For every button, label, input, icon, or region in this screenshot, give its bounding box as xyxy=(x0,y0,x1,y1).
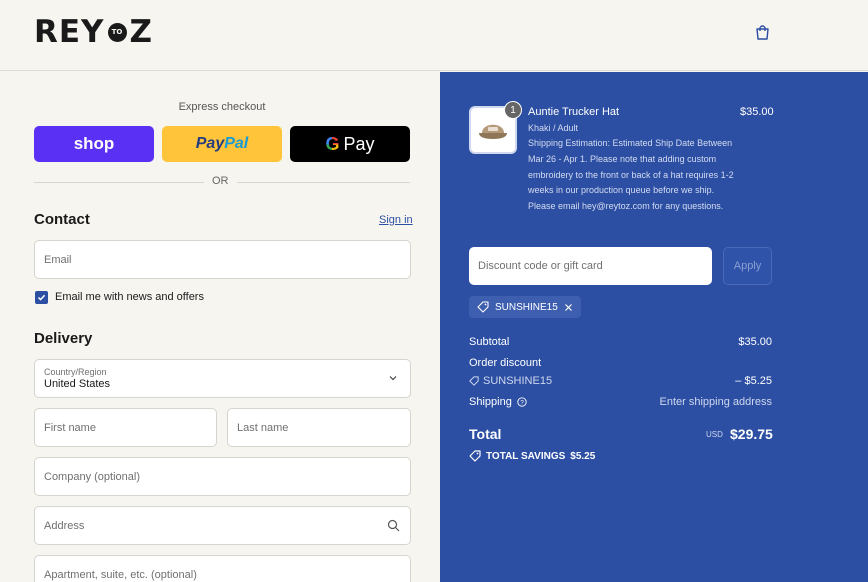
total-label: Total xyxy=(469,426,502,442)
express-checkout-label: Express checkout xyxy=(178,101,266,113)
search-icon xyxy=(387,519,400,532)
remove-code-icon[interactable] xyxy=(564,303,573,312)
logo-text-left: REY xyxy=(34,14,105,50)
discount-placeholder: Discount code or gift card xyxy=(478,260,603,272)
apartment-placeholder: Apartment, suite, etc. (optional) xyxy=(44,568,197,581)
discount-code-input[interactable]: Discount code or gift card xyxy=(469,247,712,285)
shipping-note: Shipping Estimation: Estimated Ship Date… xyxy=(528,138,734,212)
order-discount-label: Order discount xyxy=(469,357,542,369)
tag-icon xyxy=(469,450,481,462)
subtotal-value: $35.00 xyxy=(738,336,772,348)
google-pay-label: Pay xyxy=(343,133,375,154)
savings-label: TOTAL SAVINGS xyxy=(486,450,566,462)
paypal-label-a: Pay xyxy=(195,135,225,152)
checkmark-icon xyxy=(37,294,46,301)
newsletter-label: Email me with news and offers xyxy=(55,291,204,303)
total-value: $29.75 xyxy=(730,426,773,442)
tag-icon xyxy=(469,376,479,386)
shopping-bag-icon[interactable] xyxy=(754,24,771,41)
shop-pay-label: shop xyxy=(73,134,115,153)
contact-title: Contact xyxy=(34,211,90,228)
savings-value: $5.25 xyxy=(570,450,596,462)
paypal-label-b: Pal xyxy=(224,135,249,152)
google-g-icon: G xyxy=(325,133,340,154)
company-placeholder: Company (optional) xyxy=(44,470,140,483)
country-select[interactable]: Country/Region United States xyxy=(34,359,411,398)
email-field[interactable]: Email xyxy=(34,240,411,279)
total-savings: TOTAL SAVINGS $5.25 xyxy=(469,450,595,462)
checkout-form: Express checkout shop Pay Pal G Pay OR Co… xyxy=(0,72,440,582)
sign-in-link[interactable]: Sign in xyxy=(379,214,413,226)
first-name-field[interactable]: First name xyxy=(34,408,217,447)
applied-discount-chip: SUNSHINE15 xyxy=(469,296,581,318)
product-name: Auntie Trucker Hat xyxy=(528,106,620,118)
svg-text:?: ? xyxy=(520,399,524,406)
paypal-button[interactable]: Pay Pal xyxy=(162,126,282,162)
product-variant: Khaki / Adult xyxy=(528,123,579,133)
google-pay-button[interactable]: G Pay xyxy=(290,126,410,162)
last-name-placeholder: Last name xyxy=(237,421,289,434)
newsletter-checkbox[interactable] xyxy=(35,291,48,304)
subtotal-label: Subtotal xyxy=(469,336,510,348)
header: REY TO Z xyxy=(0,0,868,71)
discount-value: – $5.25 xyxy=(735,375,772,387)
logo-badge: TO xyxy=(107,22,127,42)
or-text: OR xyxy=(204,175,237,187)
apply-button[interactable]: Apply xyxy=(723,247,772,285)
help-icon[interactable]: ? xyxy=(517,397,527,407)
delivery-title: Delivery xyxy=(34,330,93,347)
quantity-badge: 1 xyxy=(504,101,522,119)
email-placeholder: Email xyxy=(44,253,72,266)
trucker-hat-image xyxy=(479,124,507,139)
shipping-row: Shipping ? xyxy=(469,396,527,408)
tag-icon xyxy=(477,301,489,313)
order-summary: 1 Auntie Trucker Hat $35.00 Khaki / Adul… xyxy=(440,72,868,582)
discount-code-row: SUNSHINE15 xyxy=(469,375,552,387)
first-name-placeholder: First name xyxy=(44,421,96,434)
shipping-value: Enter shipping address xyxy=(659,396,772,408)
apartment-field[interactable]: Apartment, suite, etc. (optional) xyxy=(34,555,411,582)
brand-logo[interactable]: REY TO Z xyxy=(34,14,153,50)
last-name-field[interactable]: Last name xyxy=(227,408,411,447)
currency-code: USD xyxy=(706,430,723,439)
company-field[interactable]: Company (optional) xyxy=(34,457,411,496)
discount-code-text: SUNSHINE15 xyxy=(483,375,553,387)
product-price: $35.00 xyxy=(740,106,774,118)
shop-pay-button[interactable]: shop xyxy=(34,126,154,162)
address-placeholder: Address xyxy=(44,519,85,532)
country-label: Country/Region xyxy=(44,367,107,377)
address-field[interactable]: Address xyxy=(34,506,411,545)
shipping-label: Shipping xyxy=(469,396,512,408)
applied-code-text: SUNSHINE15 xyxy=(495,301,558,313)
chevron-down-icon xyxy=(389,376,397,381)
country-value: United States xyxy=(44,378,111,390)
logo-text-right: Z xyxy=(129,14,153,50)
